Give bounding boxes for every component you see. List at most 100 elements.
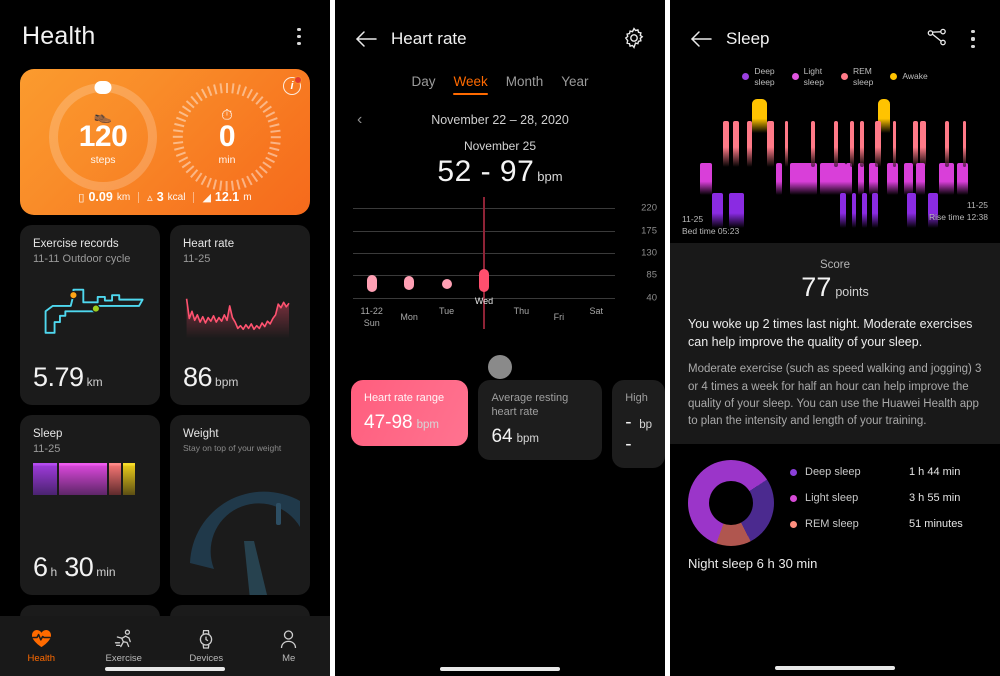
tab-month[interactable]: Month: [506, 74, 544, 95]
watch-icon: [197, 629, 215, 649]
chart-bar[interactable]: [366, 274, 377, 292]
divider: [138, 191, 140, 203]
tab-label: Me: [282, 652, 296, 664]
card-unit: km: [86, 375, 103, 389]
tab-label: Devices: [189, 652, 224, 664]
sleep-stage-band: [939, 163, 954, 196]
chart-plot-area: 220 175 130 85 40: [353, 197, 657, 329]
divider: [193, 191, 195, 203]
card-unit: bpm: [215, 375, 239, 389]
donut-hole: [709, 481, 753, 526]
steps-ring: 👞 120 steps: [49, 81, 157, 191]
tab-me[interactable]: Me: [248, 616, 331, 676]
breakdown-label: Light sleep: [805, 492, 859, 505]
home-indicator: [440, 667, 560, 671]
score-unit: points: [835, 285, 869, 300]
legend-label: REM sleep: [852, 66, 874, 87]
card-subtitle: Stay on top of your weight: [183, 443, 282, 453]
sleep-breakdown-card: Deep sleep 1 h 44 min Light sleep 3 h 55 mi…: [670, 444, 1000, 547]
breakdown-color-dot: [790, 468, 797, 476]
sleep-stage-band: [845, 163, 852, 196]
stopwatch-icon: ⏱: [221, 107, 233, 125]
bed-time-label: Bed time 05:23: [682, 225, 740, 236]
legend-item-3: Awake: [890, 66, 928, 87]
minutes-unit: min: [218, 153, 236, 166]
heart-pulse-icon: [31, 629, 52, 649]
scroll-handle[interactable]: [488, 355, 512, 379]
chart-bar[interactable]: [479, 269, 489, 292]
info-icon[interactable]: i: [283, 76, 302, 95]
sleep-stage-bars-icon: [33, 463, 135, 495]
sleep-stage-band: [886, 163, 899, 196]
route-map-thumbnail: [33, 265, 148, 362]
stat-label: Heart rate range: [364, 392, 445, 404]
heart-rate-stat-cards: Heart rate range 47-98 bpm Average resti…: [335, 380, 665, 469]
back-arrow-icon[interactable]: [353, 26, 379, 52]
hero-stats: ▯ 0.09 km ▵ 3 kcal ◢ 12.1 m: [20, 190, 310, 204]
chart-x-tick-label: Wed: [474, 296, 494, 306]
gear-icon[interactable]: [623, 27, 647, 51]
three-phone-screenshots: Health i 👞 120 steps ⏱ 0 min ▯ 0.09 km ▵…: [0, 0, 1000, 676]
hero-calories-unit: kcal: [167, 191, 186, 203]
tab-day[interactable]: Day: [411, 74, 435, 95]
legend-color-dot: [742, 73, 750, 81]
sleep-stage-band: [850, 121, 854, 168]
card-subtitle: 11-25: [183, 253, 211, 265]
stat-heart-rate-range[interactable]: Heart rate range 47-98 bpm: [351, 380, 469, 447]
tab-year[interactable]: Year: [561, 74, 588, 95]
tab-health[interactable]: Health: [0, 616, 83, 676]
card-value-2: 30: [64, 552, 94, 582]
card-weight[interactable]: Weight Stay on top of your weight: [170, 415, 310, 595]
person-icon: [279, 629, 298, 649]
card-heart-rate[interactable]: Heart rate 11-25 86 bpm: [170, 225, 310, 405]
chart-x-tick-label: Sat: [589, 306, 604, 316]
card-sleep[interactable]: Sleep 11-25 6 h 30 min: [20, 415, 160, 595]
share-icon[interactable]: [926, 27, 950, 51]
breakdown-value: 3 h 55 min: [909, 492, 961, 505]
date-range-label: November 22 – 28, 2020: [431, 113, 569, 127]
card-subtitle: 11-25: [33, 443, 61, 455]
sleep-stage-band: [872, 193, 878, 229]
stat-value: --: [625, 412, 632, 456]
sleep-stage-band: [767, 121, 775, 168]
page-title: Sleep: [726, 29, 770, 48]
breakdown-value: 51 minutes: [909, 518, 963, 531]
stat-high[interactable]: High -- bp: [612, 380, 665, 469]
sleep-stage-band: [869, 163, 878, 196]
sleep-summary-text: You woke up 2 times last night. Moderate…: [688, 317, 973, 350]
sleep-stage-band: [956, 163, 969, 196]
chart-bar[interactable]: [441, 278, 452, 289]
chart-bar[interactable]: [404, 275, 415, 291]
heart-rate-week-chart[interactable]: 220 175 130 85 40 11-22 Sun Mon Tue Wed Thu Fri Sat: [335, 197, 665, 329]
sleep-stage-legend: Deep sleep Light sleep REM sleep Awake: [670, 66, 1000, 87]
period-tabs: Day Week Month Year: [335, 74, 665, 96]
card-title: Exercise records: [33, 238, 119, 250]
activity-rings: 👞 120 steps ⏱ 0 min: [20, 69, 310, 191]
score-value: 77: [801, 272, 832, 303]
chart-y-tick-label: 130: [641, 247, 657, 259]
hero-distance-unit: km: [116, 191, 131, 203]
kebab-menu-icon[interactable]: [288, 25, 310, 49]
legend-label: Deep sleep: [754, 66, 775, 87]
stairs-icon: ◢: [202, 191, 211, 204]
stat-average-resting-heart-rate[interactable]: Average resting heart rate 64 bpm: [478, 380, 603, 461]
card-exercise-records[interactable]: Exercise records 11-11 Outdoor cycle 5.7…: [20, 225, 160, 405]
kebab-menu-icon[interactable]: [962, 27, 984, 51]
bed-time-annotation: 11-25 Bed time 05:23: [682, 214, 739, 237]
home-indicator: [775, 666, 895, 670]
back-arrow-icon[interactable]: [688, 26, 714, 52]
legend-label: Light sleep: [803, 66, 824, 87]
breakdown-label: Deep sleep: [805, 466, 861, 479]
breakdown-color-dot: [790, 494, 797, 502]
hero-calories-value: 3: [156, 190, 164, 204]
sleep-stages-chart[interactable]: 11-25 Bed time 05:23 11-25 Rise time 12:…: [670, 93, 1000, 243]
legend-color-dot: [791, 73, 799, 81]
breakdown-label: REM sleep: [805, 518, 859, 531]
sleep-breakdown-list: Deep sleep 1 h 44 min Light sleep 3 h 55 mi…: [790, 460, 982, 544]
chevron-left-icon[interactable]: ‹: [357, 111, 362, 129]
page-title: Heart rate: [391, 29, 467, 48]
daily-activity-card[interactable]: i 👞 120 steps ⏱ 0 min ▯ 0.09 km ▵ 3 kcal…: [20, 69, 310, 215]
heart-rate-summary: November 25 52 - 97 bpm: [335, 139, 665, 189]
tab-week[interactable]: Week: [453, 74, 489, 96]
sleep-donut-chart: [688, 460, 774, 547]
